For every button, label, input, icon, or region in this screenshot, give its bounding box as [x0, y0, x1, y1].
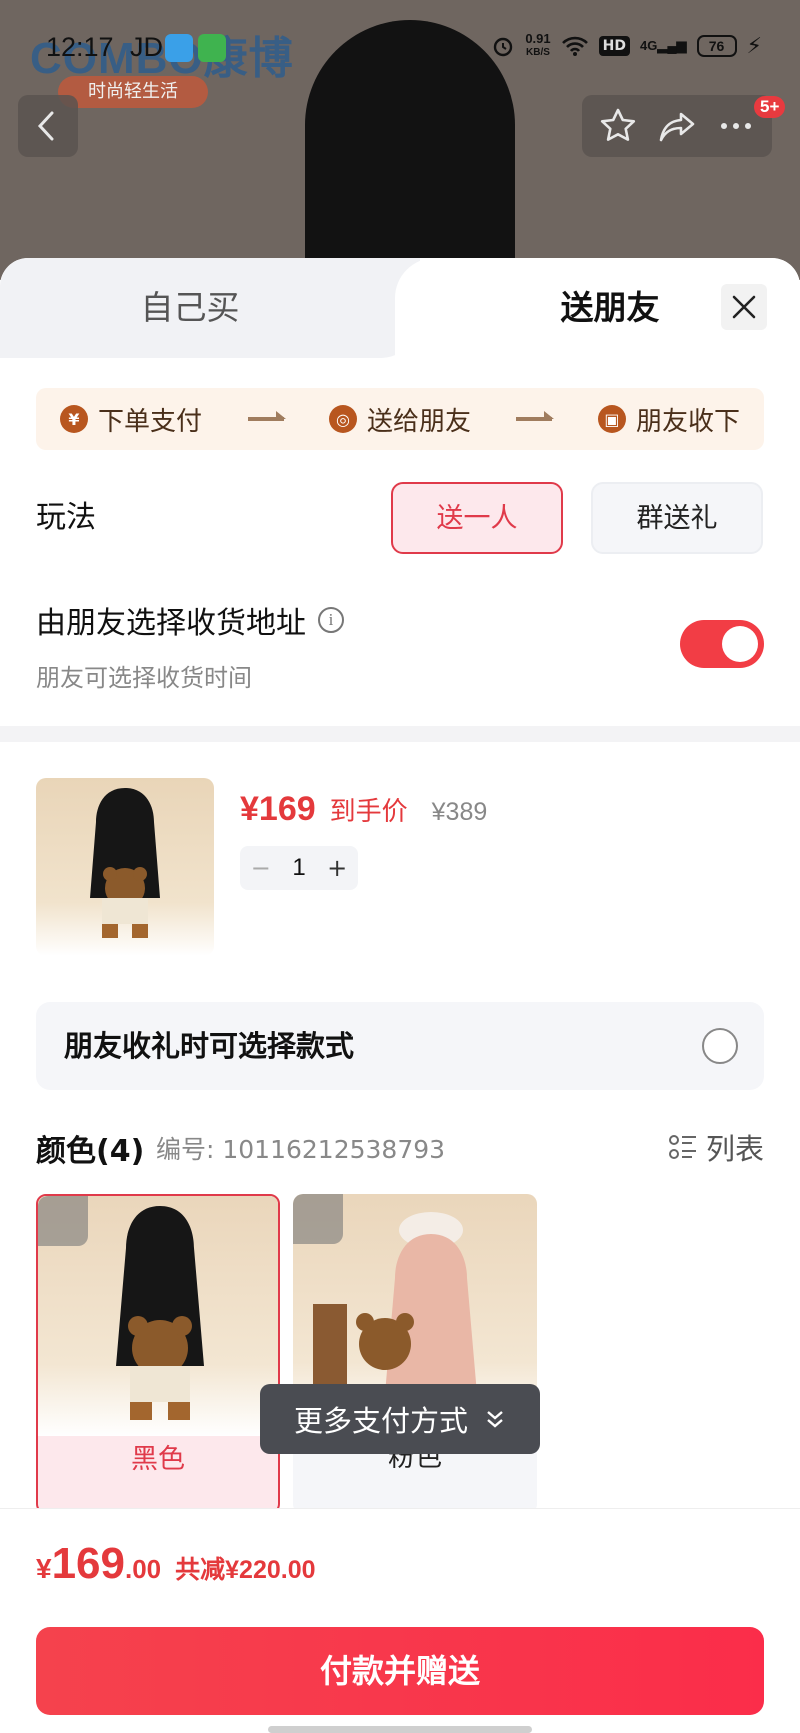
star-icon — [600, 108, 635, 141]
total-decimal: .00 — [125, 1554, 162, 1584]
hd-badge: HD — [598, 36, 630, 56]
tab-self-buy-label: 自己买 — [140, 288, 240, 327]
color-option-black-image — [38, 1196, 278, 1436]
telegram-icon — [165, 34, 193, 62]
gift-mode-label: 玩法 — [36, 500, 96, 535]
share-button[interactable] — [653, 102, 701, 150]
color-option-label: 黑色 — [131, 1444, 185, 1475]
share-icon — [659, 112, 695, 142]
list-view-label: 列表 — [705, 1132, 764, 1166]
original-price: ¥389 — [431, 798, 488, 826]
toggle-knob — [722, 626, 758, 662]
arrow-right-icon — [516, 411, 555, 421]
more-payment-methods-button[interactable]: 更多支付方式 — [260, 1384, 540, 1454]
charging-icon: ⚡ — [746, 33, 762, 59]
wifi-icon — [561, 36, 588, 56]
yen-icon: ¥ — [60, 405, 88, 433]
total-price: ¥ 169 .00 共减¥220.00 — [36, 1539, 316, 1589]
price-line: ¥169 到手价 ¥389 — [240, 790, 487, 829]
status-carrier-text: JD — [130, 32, 163, 62]
gift-icon: ▣ — [597, 405, 626, 433]
quantity-stepper: − 1 + — [240, 846, 358, 890]
wechat-icon: ◎ — [328, 405, 357, 433]
nav-actions — [582, 95, 772, 157]
chevron-down-double-icon — [487, 1411, 503, 1428]
expand-icon[interactable] — [293, 1194, 343, 1244]
list-icon — [668, 1135, 696, 1159]
message-icon — [198, 34, 226, 62]
step-pay-label: 下单支付 — [98, 406, 203, 437]
color-option-pink[interactable]: 粉色 — [293, 1194, 537, 1514]
brand-tagline: 时尚轻生活 — [58, 76, 208, 108]
friend-choose-style-label: 朋友收礼时可选择款式 — [64, 1029, 355, 1063]
color-option-black[interactable]: 黑色 — [36, 1194, 280, 1514]
quantity-value[interactable]: 1 — [292, 854, 305, 882]
final-price-tag: 到手价 — [329, 797, 408, 827]
total-integer: 169 — [51, 1539, 125, 1588]
checkout-footer: ¥ 169 .00 共减¥220.00 付款并赠送 — [0, 1508, 800, 1733]
status-bar: 12:17 JD 0.91 KB/S HD 4G▂▄▆ 76 ⚡ — [0, 28, 800, 68]
purchase-mode-tabs: 自己买 送朋友 — [0, 258, 800, 358]
status-indicators: 0.91 KB/S HD 4G▂▄▆ 76 ⚡ — [491, 32, 762, 60]
favorite-button[interactable] — [594, 102, 642, 150]
back-icon — [37, 111, 54, 141]
color-title: 颜色(4) — [36, 1134, 145, 1169]
color-section-header: 颜色(4) 编号: 10116212538793 列表 — [36, 1126, 764, 1170]
final-price: ¥169 — [240, 790, 316, 828]
home-indicator[interactable] — [268, 1726, 532, 1733]
gift-mode-row: 玩法 送一人 群送礼 — [36, 482, 764, 554]
step-send-label: 送给朋友 — [366, 406, 471, 437]
signal-icon: 4G▂▄▆ — [639, 38, 687, 53]
friend-address-row: 由朋友选择收货地址 i 朋友可选择收货时间 — [36, 598, 764, 692]
step-receive-label: 朋友收下 — [635, 406, 740, 437]
message-count-badge: 5+ — [754, 96, 786, 118]
network-speed: 0.91 KB/S — [525, 31, 551, 59]
battery-indicator: 76 — [696, 35, 737, 57]
gift-purchase-sheet: 自己买 送朋友 ¥ 下单支付 ◎ 送给朋友 ▣ 朋友收下 玩法 送一人 群送礼 … — [0, 258, 800, 1733]
total-saving: 共减¥220.00 — [175, 1556, 316, 1584]
product-summary: ¥169 到手价 ¥389 − 1 + — [36, 778, 764, 958]
quantity-increase-button[interactable]: + — [327, 854, 347, 882]
close-button[interactable] — [721, 284, 767, 330]
quantity-decrease-button[interactable]: − — [251, 854, 271, 882]
friend-choose-style-radio[interactable] — [702, 1028, 738, 1064]
step-send: ◎ 送给朋友 — [328, 401, 471, 438]
pay-and-gift-button[interactable]: 付款并赠送 — [36, 1627, 764, 1715]
section-divider — [0, 726, 800, 742]
total-currency: ¥ — [36, 1553, 52, 1584]
friend-choose-style-option[interactable]: 朋友收礼时可选择款式 — [36, 1002, 764, 1090]
tab-self-buy[interactable]: 自己买 — [0, 258, 420, 358]
product-thumbnail-art — [90, 788, 160, 938]
step-receive: ▣ 朋友收下 — [597, 401, 740, 438]
friend-address-subtitle: 朋友可选择收货时间 — [36, 664, 252, 692]
more-button[interactable] — [712, 102, 760, 150]
product-thumbnail[interactable] — [36, 778, 214, 956]
info-icon[interactable]: i — [318, 607, 344, 633]
close-icon — [732, 295, 756, 319]
step-pay: ¥ 下单支付 — [60, 401, 202, 438]
alarm-icon — [494, 37, 513, 57]
list-view-button[interactable]: 列表 — [668, 1126, 764, 1168]
friend-address-title-text: 由朋友选择收货地址 — [36, 606, 306, 641]
back-button[interactable] — [18, 95, 78, 157]
expand-icon[interactable] — [38, 1196, 88, 1246]
friend-address-title: 由朋友选择收货地址 i — [36, 598, 344, 642]
arrow-right-icon — [247, 411, 286, 421]
more-payment-label: 更多支付方式 — [293, 1404, 468, 1438]
send-one-button[interactable]: 送一人 — [391, 482, 563, 554]
status-time: 12:17 — [46, 32, 114, 62]
group-gift-button[interactable]: 群送礼 — [591, 482, 763, 554]
gift-steps-banner: ¥ 下单支付 ◎ 送给朋友 ▣ 朋友收下 — [36, 388, 764, 450]
friend-address-toggle[interactable] — [680, 620, 764, 668]
more-icon — [721, 123, 752, 129]
product-code: 编号: 10116212538793 — [156, 1135, 446, 1164]
